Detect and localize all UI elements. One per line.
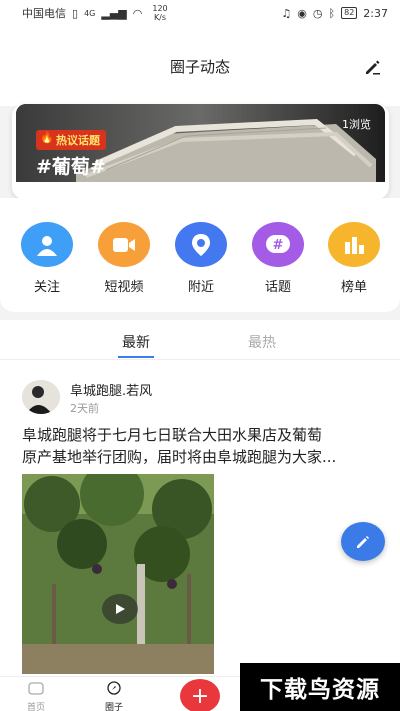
add-post-button[interactable]: + <box>180 679 220 711</box>
battery-icon: 82 <box>341 7 358 19</box>
post-text-line: 原产基地举行团购，届时将由阜城跑腿为大家... <box>22 448 337 466</box>
feed-post: 阜城跑腿.若风 2天前 阜城跑腿将于七月七日联合大田水果店及葡萄 原产基地举行团… <box>0 360 400 680</box>
video-icon <box>98 222 150 267</box>
wifi-icon: ◠ <box>132 6 143 20</box>
category-label: 关注 <box>33 280 60 295</box>
person-icon <box>21 222 73 267</box>
pencil-icon <box>357 535 369 548</box>
avatar[interactable] <box>22 380 60 414</box>
page-title: 圈子动态 <box>169 58 230 76</box>
topic-name: #葡萄# <box>36 156 106 178</box>
clock: 2:37 <box>363 6 388 20</box>
sim-icon: ▯ <box>72 6 79 20</box>
signal-icon: ▂▄▆ <box>101 6 127 20</box>
pencil-icon[interactable] <box>364 58 382 76</box>
speed-value: 120 <box>152 4 168 13</box>
home-icon <box>28 682 44 695</box>
status-bar: 中国电信 ▯ 4G ▂▄▆ ◠ 120 K/s ♫ ◉ ◷ ᛒ 82 2:37 <box>0 0 400 26</box>
plus-icon: + <box>190 683 210 709</box>
hot-topic-badge: 🔥 热议话题 <box>36 130 106 150</box>
hashtag-icon: # <box>252 222 304 267</box>
category-topics[interactable]: # 话题 <box>248 222 308 295</box>
carrier-label: 中国电信 <box>22 7 66 20</box>
post-text-line: 阜城跑腿将于七月七日联合大田水果店及葡萄 <box>22 426 323 444</box>
network-type: 4G <box>84 8 96 18</box>
watermark: 下载鸟资源 <box>240 663 400 711</box>
view-count: 1浏览 <box>342 118 371 131</box>
eye-icon: ◉ <box>297 6 307 20</box>
nav-home[interactable]: 首页 <box>16 681 56 711</box>
post-text: 阜城跑腿将于七月七日联合大田水果店及葡萄 原产基地举行团购，届时将由阜城跑腿为大… <box>22 424 382 468</box>
chart-icon <box>328 222 380 267</box>
compose-button[interactable] <box>341 522 385 561</box>
bluetooth-icon: ᛒ <box>328 6 336 20</box>
compass-icon <box>107 681 121 695</box>
vineyard-image <box>22 474 214 674</box>
alarm-icon: ◷ <box>312 6 323 20</box>
nav-home-label: 首页 <box>26 703 45 711</box>
post-time: 2天前 <box>70 402 99 415</box>
play-icon <box>116 604 125 614</box>
svg-text:#: # <box>273 238 284 253</box>
category-label: 榜单 <box>340 280 367 295</box>
location-icon <box>175 222 227 267</box>
category-row: 关注 短视频 附近 # 话题 榜单 <box>0 198 400 312</box>
category-nearby[interactable]: 附近 <box>171 222 231 295</box>
post-video-thumbnail[interactable] <box>22 474 214 674</box>
category-rankings[interactable]: 榜单 <box>324 222 384 295</box>
feed-tabs: 最新 最热 <box>0 320 400 360</box>
category-short-video[interactable]: 短视频 <box>94 222 154 295</box>
hot-topic-banner[interactable]: 1浏览 🔥 热议话题 #葡萄# <box>16 104 385 182</box>
page-header: 圈子动态 <box>0 26 400 106</box>
flame-icon: 🔥 <box>40 131 54 144</box>
network-speed: 120 K/s <box>152 4 167 22</box>
category-follow[interactable]: 关注 <box>17 222 77 295</box>
tab-hottest[interactable]: 最热 <box>248 332 276 352</box>
category-label: 附近 <box>187 280 214 295</box>
category-label: 话题 <box>264 280 291 295</box>
author-name[interactable]: 阜城跑腿.若风 <box>70 380 152 399</box>
nav-circle[interactable]: 圈子 <box>94 681 134 711</box>
hot-topic-label: 热议话题 <box>56 134 100 147</box>
play-button[interactable] <box>102 594 138 624</box>
category-label: 短视频 <box>104 280 144 295</box>
tab-latest[interactable]: 最新 <box>122 332 150 352</box>
headphone-icon: ♫ <box>281 6 292 20</box>
speed-unit: K/s <box>153 13 167 22</box>
nav-circle-label: 圈子 <box>104 703 123 711</box>
active-tab-indicator <box>118 356 154 358</box>
